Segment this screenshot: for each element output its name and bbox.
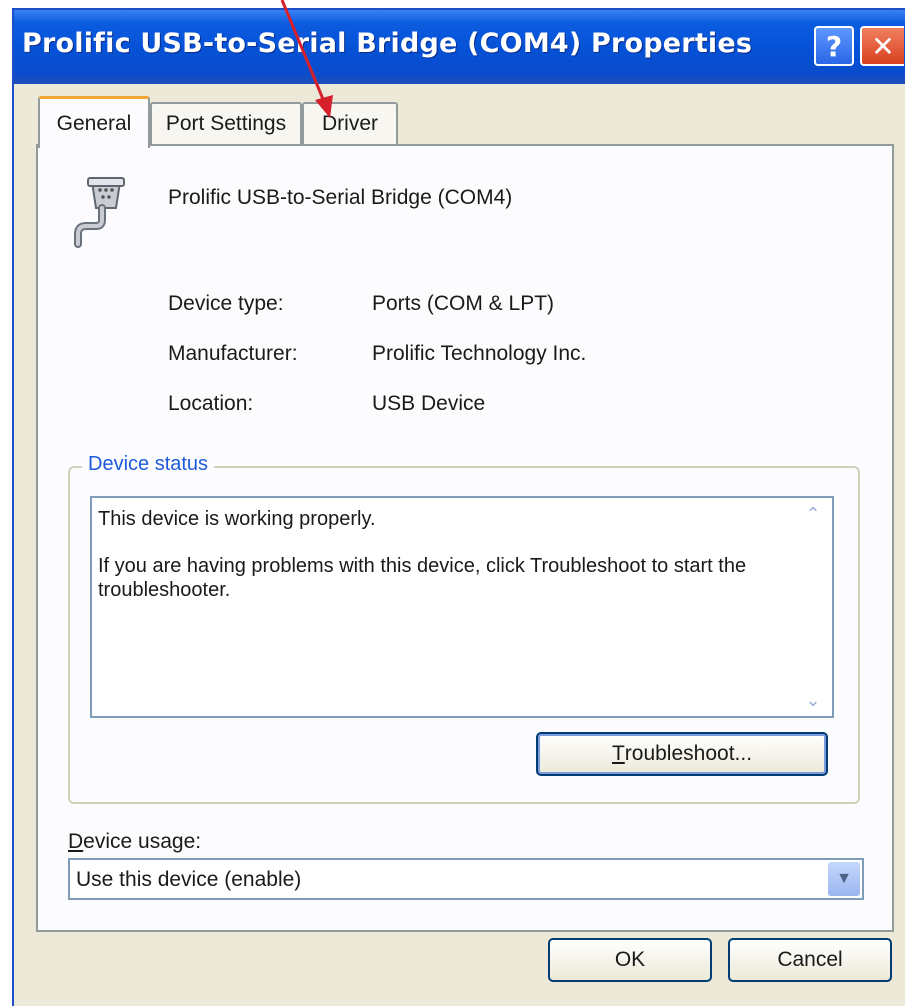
device-status-legend: Device status bbox=[82, 453, 215, 476]
help-button[interactable]: ? bbox=[814, 26, 854, 66]
properties-dialog: Prolific USB-to-Serial Bridge (COM4) Pro… bbox=[12, 8, 905, 1006]
device-type-label: Device type: bbox=[168, 292, 284, 315]
scroll-up-icon[interactable]: ⌃ bbox=[800, 502, 826, 526]
tab-port-settings[interactable]: Port Settings bbox=[150, 102, 302, 144]
device-type-value: Ports (COM & LPT) bbox=[372, 292, 555, 315]
scroll-down-icon[interactable]: ⌄ bbox=[800, 688, 826, 712]
device-usage-accel: D bbox=[68, 830, 84, 853]
device-usage-label: Device usage: bbox=[68, 830, 201, 854]
tab-general[interactable]: General bbox=[38, 96, 150, 148]
status-help-text: If you are having problems with this dev… bbox=[98, 555, 747, 601]
device-usage-value: Use this device (enable) bbox=[76, 868, 302, 891]
chevron-down-icon[interactable]: ▼ bbox=[828, 862, 860, 896]
cancel-button[interactable]: Cancel bbox=[728, 938, 892, 982]
manufacturer-label: Manufacturer: bbox=[168, 342, 298, 365]
tab-driver[interactable]: Driver bbox=[302, 102, 398, 144]
device-status-group: Device status This device is working pro… bbox=[68, 453, 860, 804]
help-icon: ? bbox=[825, 29, 843, 63]
status-message: This device is working properly. bbox=[98, 508, 376, 530]
troubleshoot-label: roubleshoot... bbox=[624, 742, 753, 765]
serial-port-icon bbox=[74, 177, 125, 248]
ok-button[interactable]: OK bbox=[548, 938, 712, 982]
window-title: Prolific USB-to-Serial Bridge (COM4) Pro… bbox=[22, 28, 753, 59]
troubleshoot-button[interactable]: Troubleshoot... bbox=[536, 732, 828, 776]
location-label: Location: bbox=[168, 392, 254, 415]
troubleshoot-accel: T bbox=[611, 742, 625, 765]
close-icon: ✕ bbox=[871, 29, 895, 63]
device-name: Prolific USB-to-Serial Bridge (COM4) bbox=[168, 186, 513, 209]
manufacturer-value: Prolific Technology Inc. bbox=[372, 342, 587, 365]
general-panel: Prolific USB-to-Serial Bridge (COM4) Dev… bbox=[36, 144, 894, 932]
device-usage-label-text: evice usage: bbox=[83, 830, 202, 853]
title-bar[interactable]: Prolific USB-to-Serial Bridge (COM4) Pro… bbox=[14, 10, 905, 84]
device-status-textbox[interactable]: This device is working properly. If you … bbox=[90, 496, 834, 718]
close-button[interactable]: ✕ bbox=[860, 26, 904, 66]
location-value: USB Device bbox=[372, 392, 486, 415]
device-usage-select[interactable]: Use this device (enable) ▼ bbox=[68, 858, 864, 900]
